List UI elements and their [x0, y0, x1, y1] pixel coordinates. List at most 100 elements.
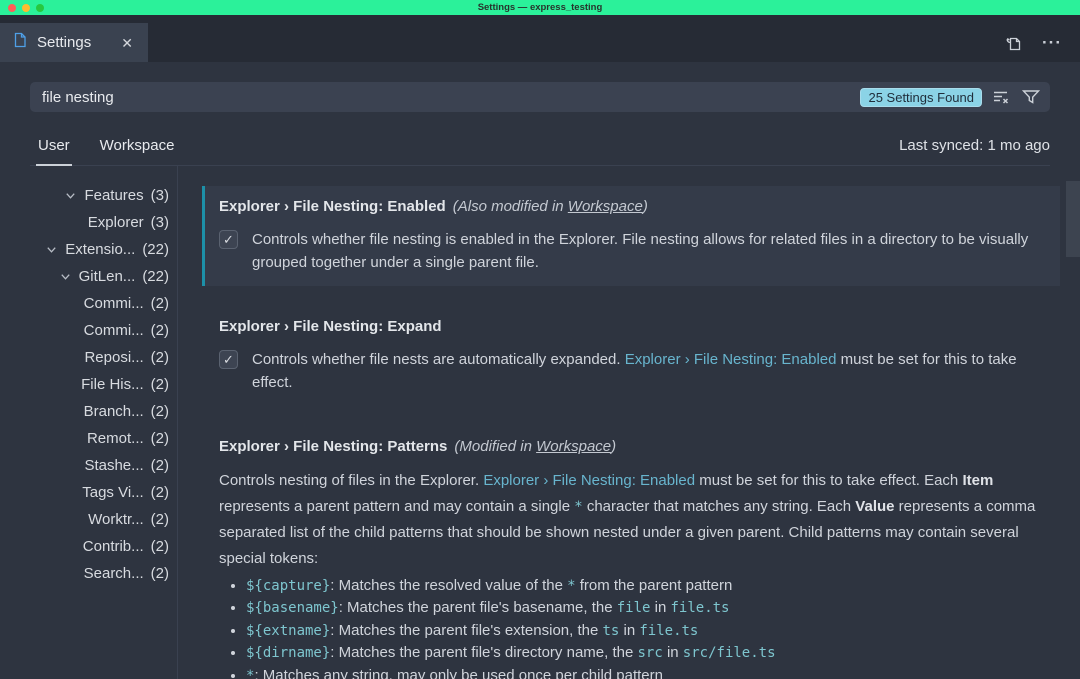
toc-item-commi[interactable]: Commi...(2) — [0, 317, 177, 344]
toc-item-commi[interactable]: Commi...(2) — [0, 290, 177, 317]
window-title: Settings — express_testing — [0, 2, 1080, 13]
toc-item-contrib[interactable]: Contrib...(2) — [0, 533, 177, 560]
workspace-link[interactable]: Workspace — [536, 438, 611, 455]
tab-bar: Settings ✕ ··· — [0, 15, 1080, 62]
results-count-badge: 25 Settings Found — [860, 88, 982, 107]
text-segment: ${basename} — [246, 600, 339, 616]
toc-item-label: File His... — [81, 376, 144, 393]
toc-item-count: (2) — [151, 322, 169, 339]
setting-name: Enabled — [387, 198, 445, 215]
text-segment: ${dirname} — [246, 645, 330, 661]
toc-item-worktr[interactable]: Worktr...(2) — [0, 506, 177, 533]
setting-row[interactable]: Explorer › File Nesting: Patterns (Modifi… — [202, 426, 1060, 679]
toc-item-search[interactable]: Search...(2) — [0, 560, 177, 587]
setting-row[interactable]: Explorer › File Nesting: Expand ✓ Controls… — [202, 306, 1060, 406]
setting-reference-link[interactable]: Explorer › File Nesting: Enabled — [483, 472, 695, 489]
toc-item-count: (3) — [151, 187, 169, 204]
workspace-link[interactable]: Workspace — [568, 198, 643, 215]
chevron-down-icon[interactable] — [45, 243, 58, 256]
minimize-window-button[interactable] — [22, 4, 30, 12]
setting-category: Explorer › File Nesting: — [219, 318, 387, 335]
text-segment: file.ts — [670, 600, 729, 616]
modified-note: (Modified in Workspace) — [454, 438, 616, 455]
toc-item-count: (2) — [151, 376, 169, 393]
traffic-lights — [0, 4, 44, 12]
filter-icon[interactable] — [1020, 86, 1042, 108]
setting-category: Explorer › File Nesting: — [219, 438, 387, 455]
pattern-token-item: ${extname}: Matches the parent file's ex… — [246, 620, 1046, 642]
text-segment: in — [650, 599, 670, 616]
text-segment: * — [567, 578, 575, 594]
settings-header: 25 Settings Found User Workspace Last sy… — [0, 62, 1080, 166]
toc-item-label: GitLen... — [79, 268, 136, 285]
text-segment: (Modified in — [454, 438, 536, 455]
setting-description-block: Controls whether file nesting is enabled… — [252, 228, 1046, 274]
settings-list: Explorer › File Nesting: Enabled (Also mo… — [178, 166, 1080, 679]
last-synced-label: Last synced: 1 mo ago — [899, 137, 1050, 165]
toc-item-reposi[interactable]: Reposi... (2) — [0, 344, 177, 371]
text-segment: : Matches any string, may only be used o… — [254, 667, 663, 679]
tab-close-icon[interactable]: ✕ — [118, 34, 136, 52]
chevron-down-icon[interactable] — [64, 189, 77, 202]
toc-item-stashe[interactable]: Stashe...(2) — [0, 452, 177, 479]
more-actions-icon[interactable]: ··· — [1042, 33, 1062, 53]
clear-filters-icon[interactable] — [990, 86, 1012, 108]
setting-title: Explorer › File Nesting: Enabled(Also mo… — [219, 198, 1046, 215]
toc-item-tagsvi[interactable]: Tags Vi... (2) — [0, 479, 177, 506]
toc-item-explorer[interactable]: Explorer(3) — [0, 209, 177, 236]
modified-note: (Also modified in Workspace) — [453, 198, 648, 215]
text-segment: character that matches any string. Each — [583, 498, 856, 515]
text-segment: : Matches the resolved value of the — [330, 577, 567, 594]
text-segment: src/file.ts — [683, 645, 776, 661]
toc-item-features[interactable]: Features(3) — [0, 182, 177, 209]
toc-item-filehis[interactable]: File His... (2) — [0, 371, 177, 398]
toc-item-count: (2) — [151, 349, 169, 366]
pattern-token-item: ${capture}: Matches the resolved value o… — [246, 575, 1046, 597]
setting-row[interactable]: Explorer › File Nesting: Enabled(Also mo… — [202, 186, 1060, 286]
setting-description: Controls whether file nests are automati… — [252, 348, 1046, 394]
titlebar: Settings — express_testing — [0, 0, 1080, 15]
setting-checkbox[interactable]: ✓ — [219, 230, 238, 249]
toc-item-gitlen[interactable]: GitLen... (22) — [0, 263, 177, 290]
text-segment: Controls whether file nesting is enabled… — [252, 231, 1028, 271]
open-settings-json-icon[interactable] — [1002, 32, 1024, 54]
text-segment: : Matches the parent file's directory na… — [330, 644, 637, 661]
tab-workspace[interactable]: Workspace — [98, 129, 177, 166]
editor-actions: ··· — [1002, 23, 1080, 62]
toc-item-label: Search... — [84, 565, 144, 582]
toc-item-count: (2) — [151, 295, 169, 312]
text-segment: from the parent pattern — [576, 577, 733, 594]
toc-item-count: (2) — [151, 484, 169, 501]
settings-file-icon — [12, 32, 28, 53]
scope-tabs: User Workspace — [36, 129, 176, 165]
zoom-window-button[interactable] — [36, 4, 44, 12]
scrollbar-thumb[interactable] — [1066, 181, 1080, 257]
text-segment: Item — [962, 472, 993, 489]
text-segment: * — [574, 499, 582, 515]
toc-item-branch[interactable]: Branch...(2) — [0, 398, 177, 425]
toc-item-count: (2) — [151, 457, 169, 474]
toc-item-extensio[interactable]: Extensio...(22) — [0, 236, 177, 263]
text-segment: in — [663, 644, 683, 661]
toc-item-label: Remot... — [87, 430, 144, 447]
close-window-button[interactable] — [8, 4, 16, 12]
toc-item-remot[interactable]: Remot...(2) — [0, 425, 177, 452]
setting-title: Explorer › File Nesting: Expand — [219, 318, 1046, 335]
setting-checkbox[interactable]: ✓ — [219, 350, 238, 369]
settings-search-input[interactable] — [42, 89, 852, 106]
toc-item-count: (3) — [151, 214, 169, 231]
toc-item-count: (2) — [151, 511, 169, 528]
setting-description: Controls nesting of files in the Explore… — [219, 468, 1046, 572]
scope-row: User Workspace Last synced: 1 mo ago — [30, 126, 1050, 166]
text-segment: file.ts — [639, 623, 698, 639]
tab-settings[interactable]: Settings ✕ — [0, 23, 148, 62]
setting-reference-link[interactable]: Explorer › File Nesting: Enabled — [625, 351, 837, 368]
tab-user[interactable]: User — [36, 129, 72, 166]
toc-item-count: (22) — [142, 268, 169, 285]
setting-name: Patterns — [387, 438, 447, 455]
chevron-down-icon[interactable] — [59, 270, 72, 283]
toc-item-count: (2) — [151, 538, 169, 555]
tab-label: Settings — [37, 34, 109, 51]
toc-item-label: Tags Vi... — [82, 484, 143, 501]
toc-item-label: Reposi... — [84, 349, 143, 366]
